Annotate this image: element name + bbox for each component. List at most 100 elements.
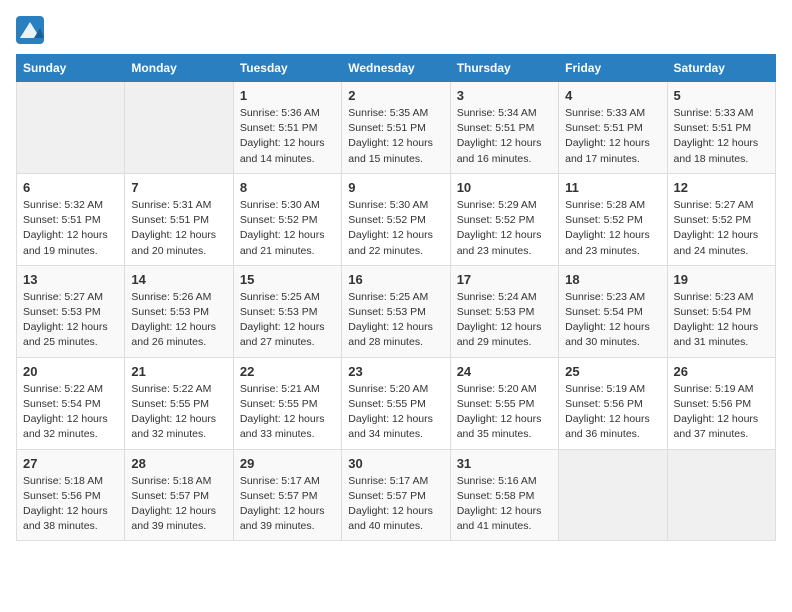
day-number: 4 [565,88,660,103]
calendar-cell: 14Sunrise: 5:26 AM Sunset: 5:53 PM Dayli… [125,265,233,357]
day-number: 25 [565,364,660,379]
weekday-header-tuesday: Tuesday [233,55,341,82]
calendar-cell: 26 Sunrise: 5:19 AM Sunset: 5:56 PM Dayli… [667,357,775,449]
calendar-cell: 31Sunrise: 5:16 AM Sunset: 5:58 PM Dayli… [450,449,558,541]
day-number: 6 [23,180,118,195]
calendar-week-5: 27 Sunrise: 5:18 AM Sunset: 5:56 PM Dayli… [17,449,776,541]
day-number: 17 [457,272,552,287]
logo [16,16,48,44]
calendar-week-3: 13 Sunrise: 5:27 AM Sunset: 5:53 PM Dayli… [17,265,776,357]
calendar-cell: 5Sunrise: 5:33 AM Sunset: 5:51 PM Daylig… [667,82,775,174]
day-number: 19 [674,272,769,287]
page-header [16,16,776,44]
day-number: 20 [23,364,118,379]
day-number: 12 [674,180,769,195]
weekday-row: SundayMondayTuesdayWednesdayThursdayFrid… [17,55,776,82]
calendar-body: 1Sunrise: 5:36 AM Sunset: 5:51 PM Daylig… [17,82,776,541]
calendar-header: SundayMondayTuesdayWednesdayThursdayFrid… [17,55,776,82]
day-number: 21 [131,364,226,379]
day-info: Sunrise: 5:22 AM Sunset: 5:55 PM Dayligh… [131,382,226,443]
day-info: Sunrise: 5:25 AM Sunset: 5:53 PM Dayligh… [240,290,335,351]
day-number: 11 [565,180,660,195]
calendar-week-4: 20 Sunrise: 5:22 AM Sunset: 5:54 PM Dayli… [17,357,776,449]
day-number: 27 [23,456,118,471]
calendar-cell: 27 Sunrise: 5:18 AM Sunset: 5:56 PM Dayli… [17,449,125,541]
day-number: 10 [457,180,552,195]
day-number: 24 [457,364,552,379]
calendar-cell: 13 Sunrise: 5:27 AM Sunset: 5:53 PM Dayli… [17,265,125,357]
calendar-cell: 4 Sunrise: 5:33 AM Sunset: 5:51 PM Daylig… [559,82,667,174]
day-info: Sunrise: 5:35 AM Sunset: 5:51 PM Dayligh… [348,106,443,167]
day-info: Sunrise: 5:23 AM Sunset: 5:54 PM Dayligh… [674,290,769,351]
day-info: Sunrise: 5:26 AM Sunset: 5:53 PM Dayligh… [131,290,226,351]
calendar-cell: 20 Sunrise: 5:22 AM Sunset: 5:54 PM Dayli… [17,357,125,449]
calendar-cell [667,449,775,541]
day-info: Sunrise: 5:18 AM Sunset: 5:56 PM Dayligh… [23,474,118,535]
day-number: 15 [240,272,335,287]
day-number: 22 [240,364,335,379]
day-info: Sunrise: 5:22 AM Sunset: 5:54 PM Dayligh… [23,382,118,443]
calendar-cell: 24 Sunrise: 5:20 AM Sunset: 5:55 PM Dayli… [450,357,558,449]
weekday-header-saturday: Saturday [667,55,775,82]
day-number: 8 [240,180,335,195]
day-number: 23 [348,364,443,379]
day-number: 7 [131,180,226,195]
day-info: Sunrise: 5:18 AM Sunset: 5:57 PM Dayligh… [131,474,226,535]
calendar-cell: 18Sunrise: 5:23 AM Sunset: 5:54 PM Dayli… [559,265,667,357]
day-info: Sunrise: 5:27 AM Sunset: 5:53 PM Dayligh… [23,290,118,351]
day-info: Sunrise: 5:28 AM Sunset: 5:52 PM Dayligh… [565,198,660,259]
day-info: Sunrise: 5:32 AM Sunset: 5:51 PM Dayligh… [23,198,118,259]
calendar-cell: 17Sunrise: 5:24 AM Sunset: 5:53 PM Dayli… [450,265,558,357]
calendar-cell: 11 Sunrise: 5:28 AM Sunset: 5:52 PM Dayli… [559,173,667,265]
calendar-cell [17,82,125,174]
day-info: Sunrise: 5:25 AM Sunset: 5:53 PM Dayligh… [348,290,443,351]
calendar-cell: 15 Sunrise: 5:25 AM Sunset: 5:53 PM Dayli… [233,265,341,357]
day-number: 9 [348,180,443,195]
day-info: Sunrise: 5:17 AM Sunset: 5:57 PM Dayligh… [240,474,335,535]
day-number: 30 [348,456,443,471]
day-info: Sunrise: 5:29 AM Sunset: 5:52 PM Dayligh… [457,198,552,259]
calendar-cell: 6 Sunrise: 5:32 AM Sunset: 5:51 PM Daylig… [17,173,125,265]
day-info: Sunrise: 5:20 AM Sunset: 5:55 PM Dayligh… [457,382,552,443]
calendar-cell: 19 Sunrise: 5:23 AM Sunset: 5:54 PM Dayli… [667,265,775,357]
day-info: Sunrise: 5:17 AM Sunset: 5:57 PM Dayligh… [348,474,443,535]
calendar-cell: 25 Sunrise: 5:19 AM Sunset: 5:56 PM Dayli… [559,357,667,449]
day-info: Sunrise: 5:34 AM Sunset: 5:51 PM Dayligh… [457,106,552,167]
calendar-cell: 28Sunrise: 5:18 AM Sunset: 5:57 PM Dayli… [125,449,233,541]
day-info: Sunrise: 5:30 AM Sunset: 5:52 PM Dayligh… [240,198,335,259]
calendar-cell: 3 Sunrise: 5:34 AM Sunset: 5:51 PM Daylig… [450,82,558,174]
day-number: 2 [348,88,443,103]
weekday-header-wednesday: Wednesday [342,55,450,82]
weekday-header-monday: Monday [125,55,233,82]
calendar-cell: 10 Sunrise: 5:29 AM Sunset: 5:52 PM Dayli… [450,173,558,265]
day-info: Sunrise: 5:30 AM Sunset: 5:52 PM Dayligh… [348,198,443,259]
day-info: Sunrise: 5:31 AM Sunset: 5:51 PM Dayligh… [131,198,226,259]
weekday-header-sunday: Sunday [17,55,125,82]
calendar-cell: 2 Sunrise: 5:35 AM Sunset: 5:51 PM Daylig… [342,82,450,174]
day-info: Sunrise: 5:20 AM Sunset: 5:55 PM Dayligh… [348,382,443,443]
day-info: Sunrise: 5:36 AM Sunset: 5:51 PM Dayligh… [240,106,335,167]
day-info: Sunrise: 5:16 AM Sunset: 5:58 PM Dayligh… [457,474,552,535]
day-number: 26 [674,364,769,379]
calendar-cell: 7 Sunrise: 5:31 AM Sunset: 5:51 PM Daylig… [125,173,233,265]
day-number: 13 [23,272,118,287]
day-info: Sunrise: 5:33 AM Sunset: 5:51 PM Dayligh… [674,106,769,167]
calendar-cell: 8 Sunrise: 5:30 AM Sunset: 5:52 PM Daylig… [233,173,341,265]
calendar-cell: 9 Sunrise: 5:30 AM Sunset: 5:52 PM Daylig… [342,173,450,265]
day-info: Sunrise: 5:19 AM Sunset: 5:56 PM Dayligh… [674,382,769,443]
calendar-cell: 29 Sunrise: 5:17 AM Sunset: 5:57 PM Dayli… [233,449,341,541]
logo-icon [16,16,44,44]
calendar-cell: 21 Sunrise: 5:22 AM Sunset: 5:55 PM Dayli… [125,357,233,449]
day-info: Sunrise: 5:19 AM Sunset: 5:56 PM Dayligh… [565,382,660,443]
calendar-cell: 23 Sunrise: 5:20 AM Sunset: 5:55 PM Dayli… [342,357,450,449]
day-number: 16 [348,272,443,287]
day-number: 29 [240,456,335,471]
day-info: Sunrise: 5:27 AM Sunset: 5:52 PM Dayligh… [674,198,769,259]
day-number: 3 [457,88,552,103]
calendar-cell: 30 Sunrise: 5:17 AM Sunset: 5:57 PM Dayli… [342,449,450,541]
weekday-header-friday: Friday [559,55,667,82]
day-info: Sunrise: 5:33 AM Sunset: 5:51 PM Dayligh… [565,106,660,167]
day-info: Sunrise: 5:23 AM Sunset: 5:54 PM Dayligh… [565,290,660,351]
calendar-cell [559,449,667,541]
calendar-table: SundayMondayTuesdayWednesdayThursdayFrid… [16,54,776,541]
